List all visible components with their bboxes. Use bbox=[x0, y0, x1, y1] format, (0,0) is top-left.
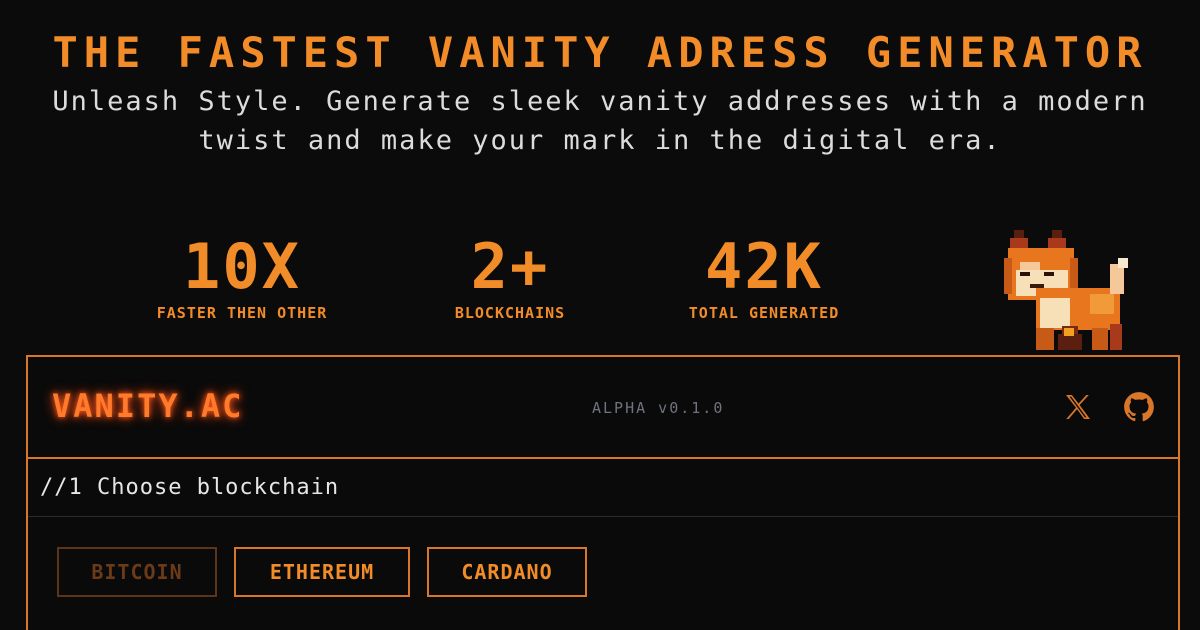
panel-header: VANITY.AC ALPHA v0.1.0 bbox=[28, 357, 1178, 459]
stat-total-generated: 42K TOTAL GENERATED bbox=[634, 230, 894, 323]
chain-ethereum-button[interactable]: ETHEREUM bbox=[234, 547, 410, 597]
stat-label: TOTAL GENERATED bbox=[688, 304, 840, 322]
step-label: //1 Choose blockchain bbox=[40, 475, 340, 500]
step-choose-blockchain: //1 Choose blockchain bbox=[28, 459, 1178, 517]
hero-subtitle-line-1: Unleash Style. Generate sleek vanity add… bbox=[52, 86, 1148, 117]
pixel-dog-mascot bbox=[1004, 230, 1128, 350]
chain-bitcoin-button[interactable]: BITCOIN bbox=[57, 547, 217, 597]
stat-blockchains: 2+ BLOCKCHAINS bbox=[380, 230, 640, 323]
stat-value: 2+ bbox=[470, 230, 550, 303]
stat-label: BLOCKCHAINS bbox=[454, 304, 566, 322]
version-badge: ALPHA v0.1.0 bbox=[592, 399, 725, 417]
generator-panel: VANITY.AC ALPHA v0.1.0 //1 Choose blockc… bbox=[26, 355, 1180, 630]
x-icon[interactable] bbox=[1062, 391, 1094, 423]
stat-value: 42K bbox=[705, 230, 823, 303]
stat-label: FASTER THEN OTHER bbox=[156, 304, 328, 322]
hero-title: THE FASTEST VANITY ADRESS GENERATOR bbox=[52, 28, 1148, 77]
hero-subtitle-line-2: twist and make your mark in the digital … bbox=[198, 125, 1002, 156]
chain-cardano-button[interactable]: CARDANO bbox=[427, 547, 587, 597]
github-icon[interactable] bbox=[1122, 390, 1156, 424]
stat-speed: 10X FASTER THEN OTHER bbox=[112, 230, 372, 323]
brand-logo[interactable]: VANITY.AC bbox=[52, 387, 243, 425]
hero-subtitle: Unleash Style. Generate sleek vanity add… bbox=[0, 82, 1200, 160]
stat-value: 10X bbox=[183, 230, 301, 303]
